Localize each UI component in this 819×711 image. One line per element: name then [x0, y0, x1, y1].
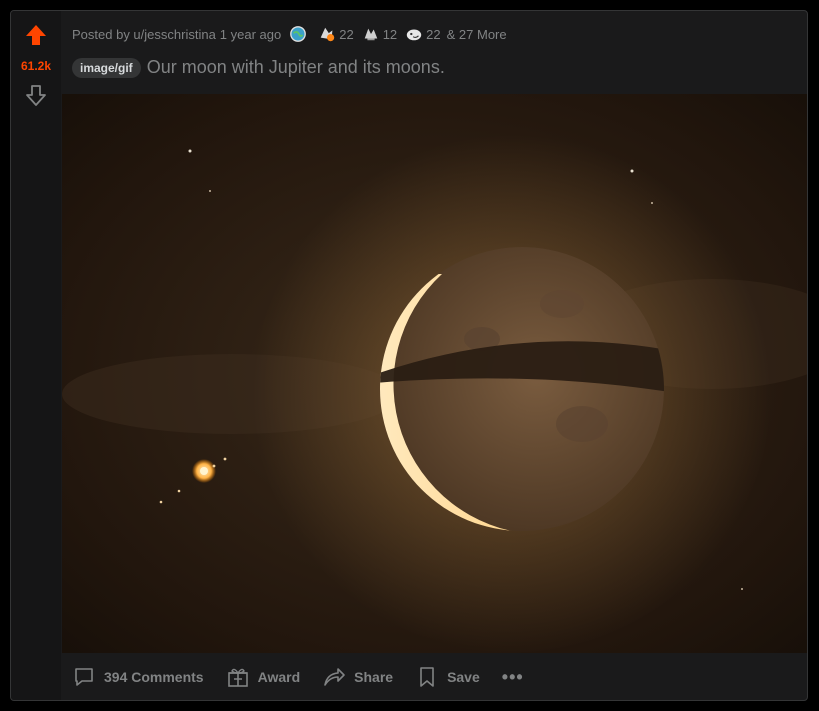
post-flair[interactable]: image/gif: [72, 57, 141, 78]
comments-button[interactable]: 394 Comments: [72, 665, 204, 689]
save-button[interactable]: Save: [415, 665, 480, 689]
share-button[interactable]: Share: [322, 665, 393, 689]
comments-label: 394 Comments: [104, 669, 204, 685]
title-row: image/gif Our moon with Jupiter and its …: [72, 57, 445, 78]
vote-score: 61.2k: [20, 59, 52, 73]
save-label: Save: [447, 669, 480, 685]
comment-icon: [75, 668, 93, 686]
post-card[interactable]: 61.2k Posted by u/jesschristina 1 year a…: [10, 10, 808, 701]
globe-award-icon: [290, 26, 307, 42]
helpful-award-icon: [364, 28, 378, 41]
share-label: Share: [354, 669, 394, 685]
poster-username[interactable]: Posted by u/jesschristina: [72, 27, 216, 42]
silver-award-icon: [406, 29, 422, 41]
award-label: Award: [257, 669, 301, 685]
downvote-arrow-icon[interactable]: [24, 83, 48, 107]
award-silver[interactable]: 22: [405, 25, 441, 43]
award-globe[interactable]: [289, 25, 310, 43]
award-helpful[interactable]: 12: [362, 25, 397, 43]
award-wholesome[interactable]: 22: [318, 25, 354, 43]
post-actions: 394 Comments Award Share Save •••: [72, 659, 524, 695]
bookmark-icon: [420, 667, 434, 687]
wholesome-award-icon: [320, 27, 335, 42]
post-time[interactable]: 1 year ago: [220, 27, 281, 42]
post-title[interactable]: Our moon with Jupiter and its moons.: [147, 57, 445, 78]
more-awards-link[interactable]: & 27 More: [447, 27, 507, 42]
post-image[interactable]: [62, 94, 807, 653]
upvote-arrow-icon[interactable]: [24, 23, 48, 47]
more-options-button[interactable]: •••: [502, 667, 524, 688]
vote-column: 61.2k: [11, 11, 61, 700]
moon-jupiter-photo: [62, 94, 807, 653]
share-icon: [324, 668, 345, 686]
post-meta: Posted by u/jesschristina 1 year ago 22 …: [72, 25, 507, 43]
gift-icon: [227, 668, 248, 687]
award-button[interactable]: Award: [226, 665, 301, 689]
